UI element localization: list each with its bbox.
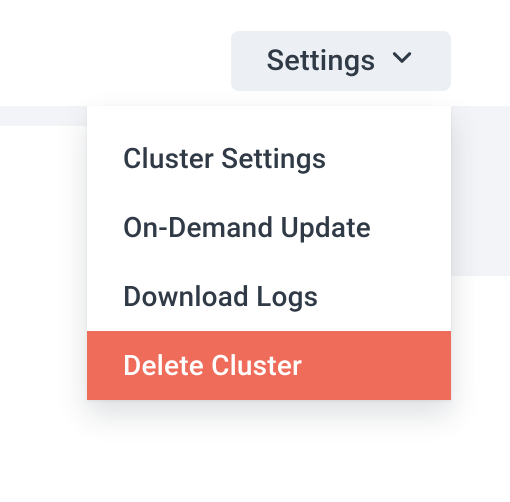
- settings-button-label: Settings: [267, 44, 376, 78]
- chevron-down-icon: [389, 44, 415, 78]
- menu-item-delete-cluster[interactable]: Delete Cluster: [87, 331, 451, 400]
- menu-item-label: Cluster Settings: [123, 142, 326, 175]
- menu-item-label: Download Logs: [123, 280, 318, 313]
- settings-menu: Cluster Settings On-Demand Update Downlo…: [87, 106, 451, 400]
- menu-item-label: Delete Cluster: [123, 349, 302, 382]
- settings-button[interactable]: Settings: [231, 31, 451, 91]
- menu-item-on-demand-update[interactable]: On-Demand Update: [87, 193, 451, 262]
- menu-item-cluster-settings[interactable]: Cluster Settings: [87, 124, 451, 193]
- menu-item-label: On-Demand Update: [123, 211, 371, 244]
- menu-item-download-logs[interactable]: Download Logs: [87, 262, 451, 331]
